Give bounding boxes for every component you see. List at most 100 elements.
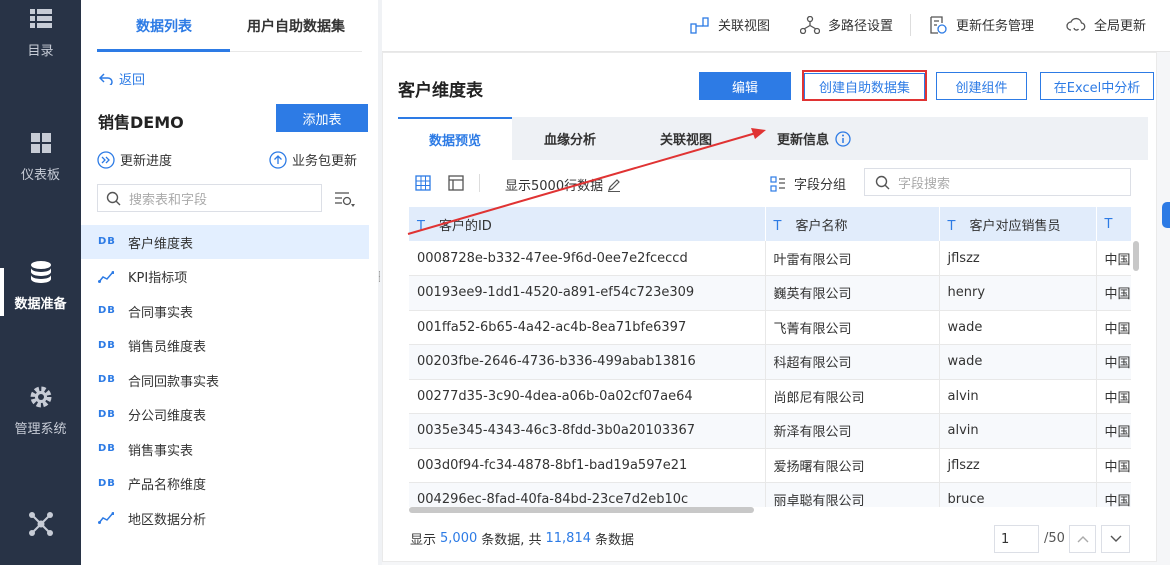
update-progress-link[interactable]: 更新进度 <box>97 150 172 169</box>
list-item-customer-dim[interactable]: DB 客户维度表 <box>81 225 369 259</box>
update-task-label: 更新任务管理 <box>956 19 1035 34</box>
text-type-icon: T <box>773 218 782 234</box>
multipath-icon <box>800 15 828 34</box>
page-title: 客户维度表 <box>398 81 483 101</box>
table-icon: DB <box>98 408 116 420</box>
column-header[interactable]: T <box>1096 207 1131 241</box>
table-cell: 巍英有限公司 <box>765 275 940 311</box>
back-arrow-icon <box>99 72 113 85</box>
prev-page-button[interactable] <box>1069 525 1096 553</box>
table-row: 0008728e-b332-47ee-9f6d-0ee7e2fceccd 叶雷有限… <box>409 241 1131 276</box>
list-item-kpi[interactable]: KPI指标项 <box>81 260 369 294</box>
multipath-button[interactable]: 多路径设置 <box>800 15 893 34</box>
back-link[interactable]: 返回 <box>99 69 145 88</box>
table-cell: bruce <box>939 482 1097 507</box>
list-item-branch-dim[interactable]: DB 分公司维度表 <box>81 398 369 432</box>
panel-view-icon[interactable] <box>448 175 464 191</box>
table-cell: jflszz <box>939 448 1097 483</box>
field-search-input[interactable]: 字段搜索 <box>864 168 1131 196</box>
grid-view-icon[interactable] <box>415 175 431 191</box>
column-header-label: 客户的ID <box>438 218 492 234</box>
nav-item-network[interactable] <box>0 511 81 545</box>
filter-sort-icon[interactable] <box>334 190 356 208</box>
nav-item-catalog[interactable]: 目录 <box>0 6 81 59</box>
upload-circle-icon <box>269 150 287 169</box>
tab-linked-view[interactable]: 关联视图 <box>628 117 744 160</box>
side-collapse-handle[interactable] <box>1162 202 1170 228</box>
nav-item-admin[interactable]: 管理系统 <box>0 384 81 437</box>
update-task-button[interactable]: 更新任务管理 <box>928 15 1034 34</box>
column-header[interactable]: T 客户对应销售员 <box>939 207 1097 241</box>
table-cell: 飞菁有限公司 <box>765 310 940 345</box>
next-page-button[interactable] <box>1101 525 1130 553</box>
update-progress-label: 更新进度 <box>120 154 173 169</box>
list-item-contract-fact[interactable]: DB 合同事实表 <box>81 294 369 328</box>
page-total: /50 <box>1044 531 1065 546</box>
vertical-scrollbar[interactable] <box>1133 241 1139 271</box>
table-cell: alvin <box>939 413 1097 449</box>
horizontal-scrollbar[interactable] <box>409 507 754 513</box>
table-row: 001ffa52-6b65-4a42-ac4b-8ea71bfe6397 飞菁有限… <box>409 310 1131 345</box>
top-toolbar: 关联视图 多路径设置 更新任务管理 全局更新 <box>382 0 1170 52</box>
multipath-label: 多路径设置 <box>828 19 894 34</box>
footer-text: 条数据, 共 <box>481 533 542 548</box>
linked-view-button[interactable]: 关联视图 <box>690 15 770 34</box>
row-count-setting[interactable]: 显示5000行数据 <box>505 175 621 194</box>
search-icon <box>875 175 890 190</box>
list-item-label: 分公司维度表 <box>128 409 207 424</box>
list-item-payment-fact[interactable]: DB 合同回款事实表 <box>81 363 369 397</box>
table-cell: 尚郎尼有限公司 <box>765 379 940 414</box>
table-icon: DB <box>98 339 116 351</box>
list-item-region-analysis[interactable]: 地区数据分析 <box>81 501 369 535</box>
global-update-button[interactable]: 全局更新 <box>1066 15 1146 34</box>
tab-update-info[interactable]: 更新信息 <box>744 117 884 160</box>
table-cell: wade <box>939 310 1097 345</box>
footer-text: 显示 <box>410 533 437 548</box>
highlight-box <box>802 70 927 101</box>
column-header[interactable]: T 客户名称 <box>765 207 940 241</box>
package-update-link[interactable]: 业务包更新 <box>269 150 357 169</box>
table-header-row: T 客户的ID T 客户名称 T 客户对应销售员 T <box>409 207 1131 241</box>
text-type-icon: T <box>947 218 956 234</box>
field-group-button[interactable]: 字段分组 <box>770 174 846 193</box>
nav-item-dashboard[interactable]: 仪表板 <box>0 130 81 183</box>
table-row: 004296ec-8fad-40fa-84bd-23ce7d2eb10c 丽卓聪有… <box>409 482 1131 507</box>
info-icon[interactable] <box>835 130 851 147</box>
tab-update-info-label: 更新信息 <box>776 133 829 148</box>
table-cell: 00203fbe-2646-4736-b336-499abab13816 <box>409 344 766 380</box>
table-row: 00193ee9-1dd1-4520-a891-ef54c723e309 巍英有限… <box>409 275 1131 311</box>
list-item-sales-fact[interactable]: DB 销售事实表 <box>81 432 369 466</box>
list-item-label: 合同回款事实表 <box>128 374 220 390</box>
row-count-label: 显示5000行数据 <box>505 179 604 194</box>
create-component-button[interactable]: 创建组件 <box>936 72 1027 100</box>
analysis-icon <box>98 270 114 283</box>
list-item-product-dim[interactable]: DB 产品名称维度 <box>81 467 369 501</box>
table-cell: 中国 <box>1096 448 1131 483</box>
table-cell: 中国 <box>1096 241 1131 276</box>
nav-item-data-prep[interactable]: 数据准备 <box>0 259 81 312</box>
tab-active-underline <box>97 49 230 52</box>
footer-text: 条数据 <box>595 533 635 548</box>
edit-button[interactable]: 编辑 <box>699 72 791 100</box>
tab-data-list[interactable]: 数据列表 <box>136 16 192 36</box>
excel-analysis-button[interactable]: 在Excel中分析 <box>1040 72 1154 100</box>
table-icon: DB <box>98 236 116 247</box>
add-table-button[interactable]: 添加表 <box>276 104 368 132</box>
package-title: 销售DEMO <box>98 113 184 132</box>
tab-user-dataset[interactable]: 用户自助数据集 <box>247 16 345 36</box>
tab-data-preview[interactable]: 数据预览 <box>398 117 512 160</box>
menu-list-icon <box>28 6 54 32</box>
global-update-label: 全局更新 <box>1094 19 1147 34</box>
tab-lineage[interactable]: 血缘分析 <box>512 117 628 160</box>
table-row: 003d0f94-fc34-4878-8bf1-bad19a597e21 爱扬曙有… <box>409 448 1131 483</box>
table-cell: 003d0f94-fc34-4878-8bf1-bad19a597e21 <box>409 448 766 483</box>
table-cell: 中国 <box>1096 275 1131 311</box>
dashboard-icon <box>28 130 54 156</box>
column-header[interactable]: T 客户的ID <box>409 207 766 241</box>
search-icon <box>106 191 121 206</box>
page-number-input[interactable]: 1 <box>994 525 1039 553</box>
total-count: 11,814 <box>545 531 592 546</box>
list-item-salesperson-dim[interactable]: DB 销售员维度表 <box>81 329 369 363</box>
table-search-input[interactable]: 搜索表和字段 <box>97 184 322 212</box>
table-row: 00203fbe-2646-4736-b336-499abab13816 科超有限… <box>409 344 1131 380</box>
